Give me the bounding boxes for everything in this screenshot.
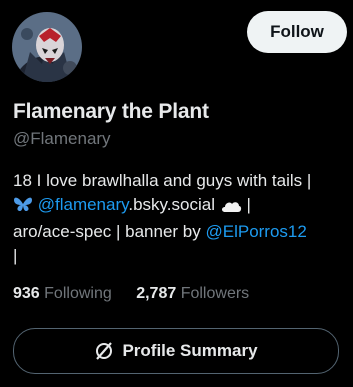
profile-stats: 936 Following 2,787 Followers [13,285,269,303]
avatar-image [12,12,82,82]
bluesky-domain: .bsky.social [128,195,215,214]
followers-stat[interactable]: 2,787 Followers [136,285,249,303]
avatar[interactable] [12,12,82,82]
profile-summary-label: Profile Summary [122,341,258,360]
bio-separator: | [241,195,251,214]
followers-label: Followers [180,285,250,302]
banner-credit-link[interactable]: @ElPorros12 [205,222,306,241]
bio-line-3-text: aro/ace-spec | banner by [13,222,206,241]
profile-handle: @Flamenary [13,129,111,148]
bluesky-handle-link[interactable]: @flamenary [38,195,129,214]
butterfly-icon [13,195,33,220]
grok-icon [96,342,113,360]
followers-count: 2,787 [136,285,177,302]
cloud-icon [220,196,242,220]
following-label: Following [44,285,112,302]
bio-line-1: 18 I love brawlhalla and guys with tails… [13,171,312,190]
bio-line-2: @flamenary.bsky.social | [13,193,353,220]
follow-button[interactable]: Follow [247,11,347,53]
profile-summary-button[interactable]: Profile Summary [13,328,339,374]
following-count: 936 [13,285,40,302]
profile-bio: 18 I love brawlhalla and guys with tails… [13,169,353,268]
bio-line-3: aro/ace-spec | banner by @ElPorros12 [13,220,353,244]
following-stat[interactable]: 936 Following [13,285,112,303]
display-name: Flamenary the Plant [13,100,209,123]
bio-line-4: | [13,246,18,265]
